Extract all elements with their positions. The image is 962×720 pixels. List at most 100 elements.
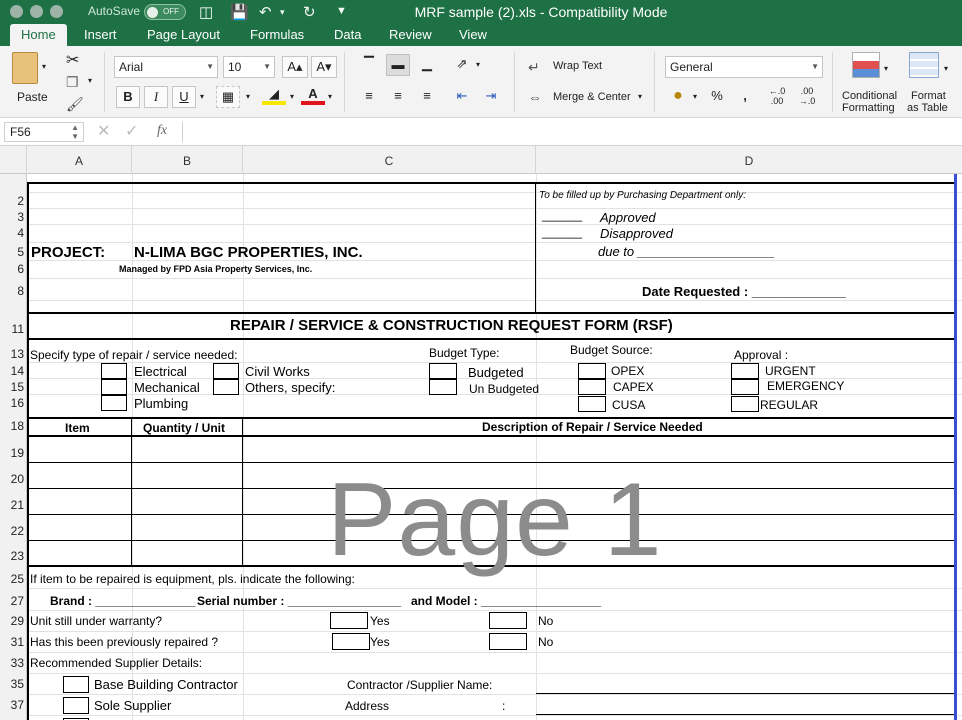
fill-color-icon[interactable]: ◢ [262,86,286,108]
paste-label[interactable]: Paste [17,90,48,104]
un-budgeted-checkbox[interactable] [429,379,457,395]
row-header[interactable]: 8 [0,284,24,298]
conditional-formatting-label-2[interactable]: Formatting [842,102,895,114]
select-all-corner[interactable] [0,146,27,174]
cut-icon[interactable]: ✂ [66,50,79,70]
underline-dropdown-icon[interactable]: ▾ [200,92,204,101]
paste-dropdown-icon[interactable]: ▾ [42,62,46,71]
column-header-a[interactable]: A [27,146,132,174]
formula-input[interactable] [182,122,958,142]
civil-works-checkbox[interactable] [213,363,239,379]
merge-center-icon[interactable]: ⇔ [528,89,542,105]
fill-color-dropdown-icon[interactable]: ▾ [290,92,294,101]
emergency-checkbox[interactable] [731,379,759,395]
row-header[interactable]: 6 [0,262,24,276]
tab-view[interactable]: View [448,24,498,46]
mechanical-checkbox[interactable] [101,379,127,395]
plumbing-checkbox[interactable] [101,395,127,411]
serial-number-field[interactable]: Serial number : _________________ [197,594,401,608]
format-as-table-label-1[interactable]: Format [911,90,946,102]
column-header-b[interactable]: B [132,146,243,174]
row-header[interactable]: 23 [0,549,24,563]
urgent-checkbox[interactable] [731,363,759,379]
tab-page-layout[interactable]: Page Layout [136,24,231,46]
merge-center-button[interactable]: Merge & Center [553,91,631,103]
row-header[interactable]: 35 [0,677,24,691]
align-right-icon[interactable]: ≡ [415,86,439,108]
row-header[interactable]: 29 [0,614,24,628]
column-header-d[interactable]: D [536,146,962,174]
electrical-checkbox[interactable] [101,363,127,379]
row-header[interactable]: 2 [0,194,24,208]
name-box[interactable]: F56 ▲ ▼ [4,122,84,142]
format-as-table-label-2[interactable]: as Table [907,102,948,114]
accounting-dropdown-icon[interactable]: ▾ [693,92,697,101]
column-header-c[interactable]: C [243,146,536,174]
row-header[interactable]: 25 [0,572,24,586]
percent-style-button[interactable]: % [705,86,729,108]
tab-review[interactable]: Review [378,24,443,46]
italic-button[interactable]: I [144,86,168,108]
format-painter-icon[interactable]: 🖌 [66,96,84,113]
row-header[interactable]: 31 [0,635,24,649]
increase-font-icon[interactable]: A▴ [282,56,308,78]
row-header[interactable]: 33 [0,656,24,670]
font-name-select[interactable]: Arial ▼ [114,56,218,78]
font-size-select[interactable]: 10 ▼ [223,56,275,78]
opex-checkbox[interactable] [578,363,606,379]
wrap-text-icon[interactable]: ↵ [528,59,540,76]
row-header[interactable]: 5 [0,245,24,259]
increase-decimal-icon[interactable]: ←.0.00 [765,86,789,108]
row-header[interactable]: 21 [0,498,24,512]
orientation-icon[interactable]: ⇗ [450,54,474,76]
row-header[interactable]: 3 [0,210,24,224]
align-top-icon[interactable]: ▔ [357,54,381,76]
row-header[interactable]: 11 [0,322,24,336]
accounting-format-icon[interactable]: ● [666,86,690,108]
brand-field[interactable]: Brand : _______________ [50,594,195,608]
conditional-formatting-dropdown-icon[interactable]: ▾ [884,64,888,73]
repaired-no-checkbox[interactable] [489,633,527,650]
row-header[interactable]: 18 [0,419,24,433]
others-checkbox[interactable] [213,379,239,395]
borders-icon[interactable]: ▦ [216,86,240,108]
merge-dropdown-icon[interactable]: ▾ [638,92,642,101]
conditional-formatting-icon[interactable] [852,52,880,78]
regular-checkbox[interactable] [731,396,759,412]
budgeted-checkbox[interactable] [429,363,457,379]
decrease-indent-icon[interactable]: ⇤ [450,86,474,108]
row-header[interactable]: 37 [0,698,24,712]
row-header[interactable]: 15 [0,380,24,394]
row-header[interactable]: 4 [0,226,24,240]
warranty-no-checkbox[interactable] [489,612,527,629]
row-header[interactable]: 19 [0,446,24,460]
underline-button[interactable]: U [172,86,196,108]
align-left-icon[interactable]: ≡ [357,86,381,108]
row-header[interactable]: 13 [0,347,24,361]
comma-style-button[interactable]: , [733,86,757,108]
align-middle-icon[interactable]: ▬ [386,54,410,76]
decrease-decimal-icon[interactable]: .00 →.0 [795,86,819,108]
base-building-checkbox[interactable] [63,676,89,693]
format-as-table-icon[interactable] [909,52,939,78]
enter-icon[interactable]: ✓ [125,121,138,141]
sole-supplier-checkbox[interactable] [63,697,89,714]
wrap-text-button[interactable]: Wrap Text [553,60,602,72]
borders-dropdown-icon[interactable]: ▾ [246,92,250,101]
capex-checkbox[interactable] [578,379,606,395]
align-bottom-icon[interactable]: ▁ [415,54,439,76]
decrease-font-icon[interactable]: A▾ [311,56,337,78]
row-header[interactable]: 22 [0,524,24,538]
tab-data[interactable]: Data [323,24,372,46]
worksheet-grid[interactable]: To be filled up by Purchasing Department… [27,174,962,720]
tab-insert[interactable]: Insert [73,24,128,46]
format-as-table-dropdown-icon[interactable]: ▾ [944,64,948,73]
conditional-formatting-label-1[interactable]: Conditional [842,90,897,102]
increase-indent-icon[interactable]: ⇥ [479,86,503,108]
row-header[interactable]: 27 [0,594,24,608]
row-header[interactable]: 16 [0,396,24,410]
repaired-yes-checkbox[interactable] [332,633,370,650]
warranty-yes-checkbox[interactable] [330,612,368,629]
align-center-icon[interactable]: ≡ [386,86,410,108]
orientation-dropdown-icon[interactable]: ▾ [476,60,480,69]
